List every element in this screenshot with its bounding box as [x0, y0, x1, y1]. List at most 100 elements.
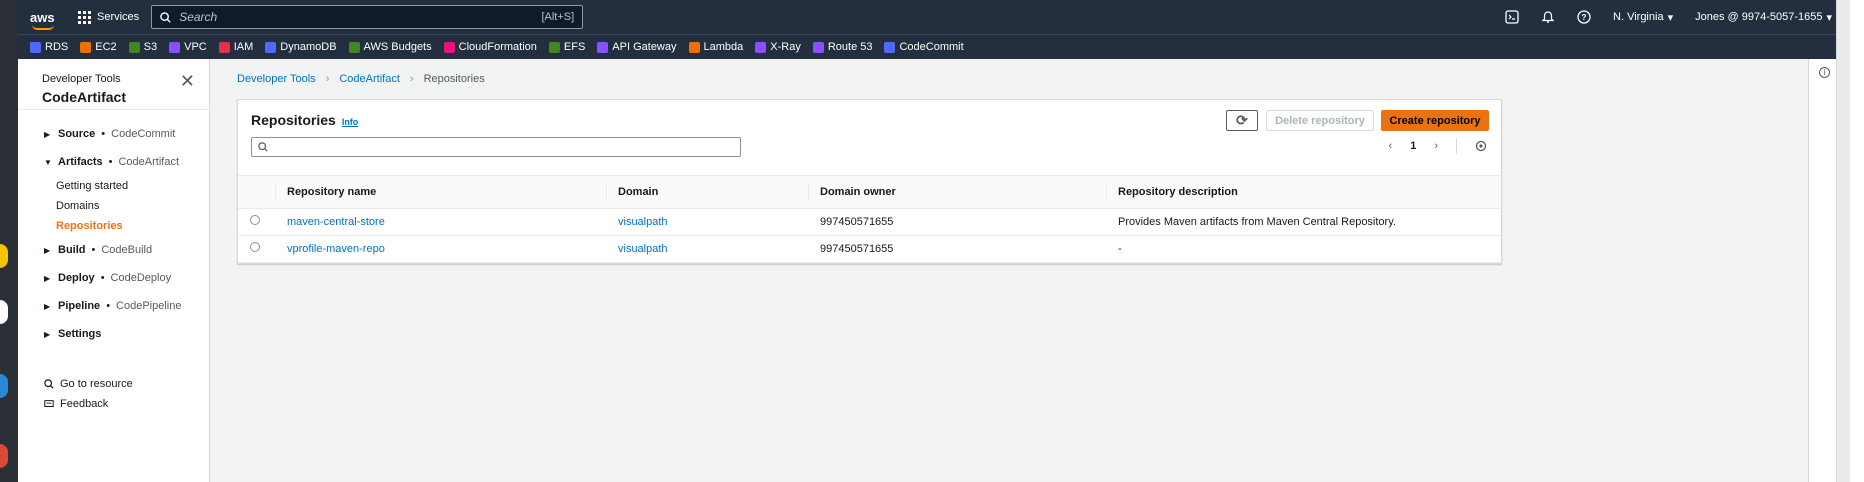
dock-app-icon[interactable]: [0, 300, 8, 324]
favorite-api-gateway[interactable]: API Gateway: [597, 41, 677, 53]
section-name: Deploy: [58, 272, 95, 284]
section-name: Settings: [58, 328, 102, 340]
search-input[interactable]: [179, 10, 542, 24]
favorite-dynamodb[interactable]: DynamoDB: [265, 41, 337, 53]
favorite-label: IAM: [233, 41, 254, 53]
create-repository-button[interactable]: Create repository: [1381, 110, 1489, 131]
favorite-x-ray[interactable]: X-Ray: [755, 41, 801, 53]
favorite-label: X-Ray: [770, 41, 801, 53]
close-icon[interactable]: ✕: [180, 71, 195, 92]
help-icon[interactable]: ?: [1577, 10, 1591, 24]
favorite-rds[interactable]: RDS: [30, 41, 68, 53]
section-name: Pipeline: [58, 300, 101, 312]
table-row[interactable]: vprofile-maven-repo visualpath 99745057165…: [238, 235, 1501, 263]
service-icon: [80, 41, 92, 53]
section-service: CodeArtifact: [118, 156, 180, 168]
repository-name-link[interactable]: maven-central-store: [287, 216, 385, 228]
sidenav-section-source[interactable]: ▶ Source • CodeCommit: [18, 120, 209, 148]
filter-input[interactable]: [274, 141, 734, 153]
favorite-s3[interactable]: S3: [128, 41, 158, 53]
service-icon: [597, 41, 609, 53]
favorite-route-53[interactable]: Route 53: [812, 41, 872, 53]
aws-logo[interactable]: aws: [30, 10, 72, 30]
repository-filter[interactable]: [251, 137, 741, 157]
services-menu-button[interactable]: Services: [78, 10, 139, 24]
favorite-iam[interactable]: IAM: [218, 41, 254, 53]
info-icon[interactable]: i: [1819, 67, 1830, 78]
caret-down-icon: ▾: [1826, 11, 1832, 24]
favorite-ec2[interactable]: EC2: [80, 41, 117, 53]
favorite-codecommit[interactable]: CodeCommit: [884, 41, 964, 53]
favorite-label: EFS: [563, 41, 586, 53]
refresh-icon: ⟳: [1236, 112, 1248, 128]
table-row[interactable]: maven-central-store visualpath 99745057165…: [238, 208, 1501, 236]
repository-name-cell: vprofile-maven-repo: [275, 235, 606, 263]
page-number[interactable]: 1: [1410, 140, 1416, 152]
section-service: CodePipeline: [116, 300, 182, 312]
sidenav-section-build[interactable]: ▶ Build • CodeBuild: [18, 236, 209, 264]
favorite-label: RDS: [45, 41, 69, 53]
column-header-repository-description[interactable]: Repository description: [1106, 176, 1501, 209]
column-header-domain[interactable]: Domain: [606, 176, 808, 209]
sidenav-item-repositories[interactable]: Repositories: [18, 216, 209, 236]
column-header-repository-name[interactable]: Repository name: [275, 176, 606, 209]
settings-gear-icon[interactable]: [1475, 140, 1487, 152]
sidenav-section-pipeline[interactable]: ▶ Pipeline • CodePipeline: [18, 292, 209, 320]
cloudshell-icon[interactable]: [1505, 10, 1519, 24]
sidenav-section-deploy[interactable]: ▶ Deploy • CodeDeploy: [18, 264, 209, 292]
account-menu[interactable]: Jones @ 9974-5057-1655 ▾: [1695, 11, 1832, 24]
service-icon: [688, 41, 700, 53]
favorite-cloudformation[interactable]: CloudFormation: [443, 41, 537, 53]
go-to-resource-link[interactable]: Go to resource: [18, 374, 209, 394]
domain-cell: visualpath: [606, 208, 808, 236]
favorite-label: DynamoDB: [280, 41, 337, 53]
favorite-label: EC2: [95, 41, 117, 53]
favorite-label: S3: [143, 41, 158, 53]
domain-link[interactable]: visualpath: [618, 243, 668, 255]
delete-repository-button[interactable]: Delete repository: [1266, 110, 1374, 131]
sidenav-item-domains[interactable]: Domains: [18, 196, 209, 216]
service-icon: [348, 41, 360, 53]
row-radio[interactable]: [250, 242, 260, 252]
sidenav-section-artifacts[interactable]: ▼ Artifacts • CodeArtifact: [18, 148, 209, 176]
scrollbar[interactable]: [1836, 0, 1850, 482]
repository-name-cell: maven-central-store: [275, 208, 606, 236]
notifications-bell-icon[interactable]: [1541, 10, 1555, 24]
info-link[interactable]: Info: [342, 117, 359, 127]
favorite-label: CodeCommit: [899, 41, 964, 53]
breadcrumb-developer-tools[interactable]: Developer Tools: [237, 73, 316, 85]
dock-app-icon[interactable]: [0, 244, 8, 268]
domain-link[interactable]: visualpath: [618, 216, 668, 228]
description-cell: Provides Maven artifacts from Maven Cent…: [1106, 208, 1501, 236]
favorite-aws-budgets[interactable]: AWS Budgets: [348, 41, 432, 53]
favorite-efs[interactable]: EFS: [548, 41, 586, 53]
favorite-lambda[interactable]: Lambda: [688, 41, 743, 53]
chevron-right-icon: ›: [409, 73, 414, 85]
bullet-separator: •: [100, 272, 105, 284]
chevron-left-icon[interactable]: ‹: [1389, 140, 1393, 152]
feedback-link[interactable]: Feedback: [18, 394, 209, 414]
search-box[interactable]: [Alt+S]: [151, 5, 584, 29]
feedback-icon: [44, 400, 54, 407]
refresh-button[interactable]: ⟳: [1226, 110, 1258, 131]
desktop-dock: [0, 0, 18, 482]
sidenav-section-settings[interactable]: ▶ Settings: [18, 320, 209, 348]
row-radio[interactable]: [250, 215, 260, 225]
repositories-table: Repository name Domain Domain owner Repo…: [238, 176, 1501, 263]
sidenav-item-getting-started[interactable]: Getting started: [18, 176, 209, 196]
bullet-separator: •: [106, 300, 111, 312]
sidenav-header: Developer Tools CodeArtifact ✕: [18, 59, 209, 110]
dock-app-icon[interactable]: [0, 374, 8, 398]
repository-name-link[interactable]: vprofile-maven-repo: [287, 243, 385, 255]
panel-title-text: Repositories: [251, 112, 336, 128]
panel-title: Repositories Info: [251, 112, 358, 128]
service-icon: [128, 41, 140, 53]
chevron-right-icon[interactable]: ›: [1434, 140, 1438, 152]
caret-right-icon: ▶: [44, 245, 51, 255]
favorite-vpc[interactable]: VPC: [169, 41, 207, 53]
breadcrumb-codeartifact[interactable]: CodeArtifact: [339, 73, 400, 85]
region-selector[interactable]: N. Virginia ▾: [1613, 11, 1673, 24]
domain-owner-cell: 997450571655: [808, 235, 1106, 263]
column-header-domain-owner[interactable]: Domain owner: [808, 176, 1106, 209]
dock-app-icon[interactable]: [0, 444, 8, 468]
